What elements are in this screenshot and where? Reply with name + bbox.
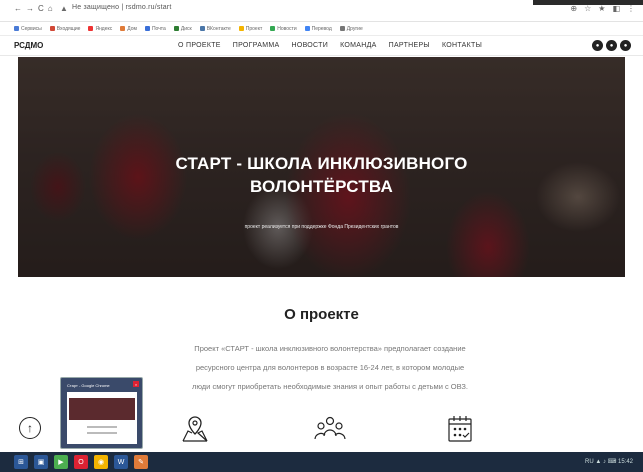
about-line: Проект «СТАРТ - школа инклюзивного волон… — [194, 344, 466, 353]
social-links: ● ● ● — [592, 40, 631, 51]
bookmark-item[interactable]: Перевод — [304, 26, 332, 32]
toolbar-right: ⊕ ☆ ★ ◧ ⋮ — [570, 4, 635, 13]
address-bar[interactable]: Не защищено | rsdmo.ru/start — [72, 4, 171, 11]
home-button[interactable]: ⌂ — [48, 4, 53, 13]
bookmark-item[interactable]: Новости — [270, 26, 297, 32]
site-logo[interactable]: РСДМО — [14, 41, 43, 50]
reload-button[interactable]: C — [38, 4, 44, 13]
bookmark-favicon-icon — [199, 26, 205, 31]
windows-taskbar: ⊞ ▣ ▶ O ◉ W ✎ RU ▲ ♪ ⌨ 15:42 — [0, 452, 643, 472]
bookmark-favicon-icon — [238, 26, 244, 31]
calendar-checklist-icon — [448, 416, 472, 442]
arrow-up-icon: ↑ — [27, 421, 33, 435]
bookmark-favicon-icon — [270, 26, 276, 31]
word-icon[interactable]: W — [114, 455, 128, 469]
bookmarks-bar: Сервисы Входящие Яндекс Дом Почта Диск В… — [0, 22, 643, 36]
explorer-icon[interactable]: ▣ — [34, 455, 48, 469]
bookmark-favicon-icon — [88, 26, 94, 31]
system-tray[interactable]: RU ▲ ♪ ⌨ 15:42 — [585, 458, 633, 465]
bookmark-star-icon[interactable]: ☆ — [584, 4, 591, 13]
bookmark-favicon-icon — [144, 26, 150, 31]
menu-icon[interactable]: ⋮ — [627, 4, 635, 13]
bookmark-item[interactable]: Сервисы — [14, 26, 42, 32]
about-text: Проект «СТАРТ - школа инклюзивного волон… — [170, 339, 490, 396]
ok-icon[interactable]: ● — [606, 40, 617, 51]
bookmark-item[interactable]: Проект — [238, 26, 262, 32]
about-title: О проекте — [284, 306, 359, 323]
profile-icon[interactable]: ◧ — [612, 4, 620, 13]
paint-icon[interactable]: ✎ — [134, 455, 148, 469]
bookmark-item[interactable]: Другие — [339, 26, 363, 32]
vk-icon[interactable]: ● — [592, 40, 603, 51]
zoom-icon[interactable]: ⊕ — [570, 4, 577, 13]
hero-title: СТАРТ - ШКОЛА ИНКЛЮЗИВНОГО ВОЛОНТЁРСТВА — [18, 152, 625, 198]
forward-button[interactable]: → — [26, 4, 34, 13]
bookmark-favicon-icon — [49, 26, 55, 31]
taskbar-preview[interactable]: Старт - Google Chrome × — [60, 377, 143, 449]
preview-content — [67, 392, 137, 444]
opera-icon[interactable]: O — [74, 455, 88, 469]
hero-title-line2: ВОЛОНТЁРСТВА — [249, 177, 394, 196]
bookmark-item[interactable]: Почта — [144, 26, 166, 32]
menu-item-partners[interactable]: ПАРТНЕРЫ — [389, 42, 430, 49]
menu-item-about[interactable]: О ПРОЕКТЕ — [178, 42, 221, 49]
instagram-icon[interactable]: ● — [620, 40, 631, 51]
bookmark-item[interactable]: Яндекс — [88, 26, 112, 32]
bookmark-item[interactable]: Диск — [173, 26, 192, 32]
preview-hero — [69, 398, 135, 420]
nav-buttons: ← → C ⌂ — [14, 4, 53, 13]
preview-title: Старт - Google Chrome — [67, 383, 110, 388]
menu-item-news[interactable]: НОВОСТИ — [291, 42, 328, 49]
bookmark-favicon-icon — [304, 26, 310, 31]
bookmark-favicon-icon — [173, 26, 179, 31]
warning-icon[interactable]: ▲ — [60, 4, 68, 13]
preview-line — [87, 426, 117, 428]
bookmark-item[interactable]: Входящие — [49, 26, 80, 32]
preview-line — [87, 432, 117, 434]
menu-item-team[interactable]: КОМАНДА — [340, 42, 377, 49]
start-icon[interactable]: ⊞ — [14, 455, 28, 469]
back-button[interactable]: ← — [14, 4, 22, 13]
menu-item-program[interactable]: ПРОГРАММА — [233, 42, 280, 49]
bookmark-favicon-icon — [14, 26, 19, 31]
chrome-icon[interactable]: ◉ — [94, 455, 108, 469]
menu-item-contacts[interactable]: КОНТАКТЫ — [442, 42, 482, 49]
map-location-icon — [182, 416, 208, 442]
bookmark-item[interactable]: ВКонтакте — [199, 26, 231, 32]
bookmark-item[interactable]: Дом — [120, 26, 137, 32]
media-icon[interactable]: ▶ — [54, 455, 68, 469]
scroll-up-button[interactable]: ↑ — [19, 417, 41, 439]
bookmark-favicon-icon — [120, 26, 126, 31]
hero-banner: СТАРТ - ШКОЛА ИНКЛЮЗИВНОГО ВОЛОНТЁРСТВА … — [18, 57, 625, 277]
close-icon[interactable]: × — [133, 381, 139, 387]
people-group-icon — [314, 416, 346, 440]
main-menu: О ПРОЕКТЕ ПРОГРАММА НОВОСТИ КОМАНДА ПАРТ… — [178, 42, 482, 49]
bookmark-favicon-icon — [339, 26, 345, 31]
about-line: ресурсного центра для волонтеров в возра… — [195, 363, 465, 372]
hero-title-line1: СТАРТ - ШКОЛА ИНКЛЮЗИВНОГО — [175, 154, 468, 173]
site-header: РСДМО О ПРОЕКТЕ ПРОГРАММА НОВОСТИ КОМАНД… — [0, 36, 643, 56]
browser-toolbar: ← → C ⌂ ▲ Не защищено | rsdmo.ru/start ⊕… — [0, 0, 643, 22]
hero-subtitle: проект реализуется при поддержке Фонда П… — [244, 224, 399, 230]
extension-icon[interactable]: ★ — [598, 4, 605, 13]
about-line: люди смогут приобретать необходимые знан… — [191, 382, 469, 391]
